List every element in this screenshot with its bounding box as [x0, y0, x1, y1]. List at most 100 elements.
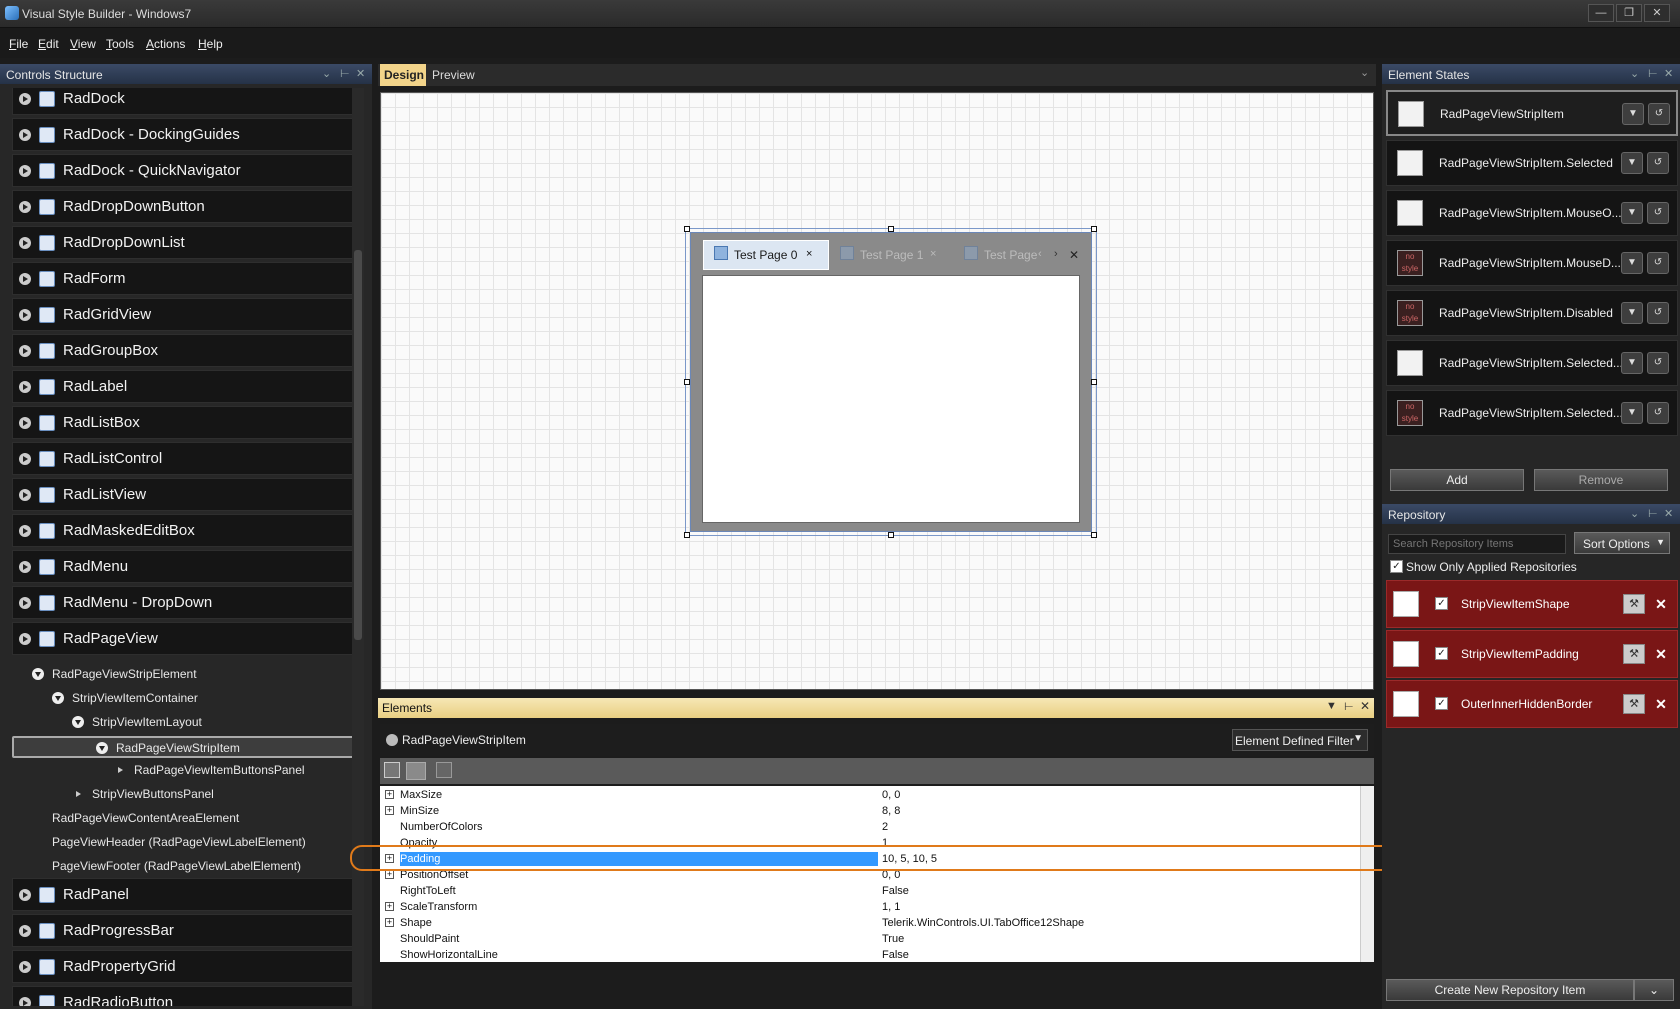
element-state-row[interactable]: RadPageViewStripItem.Selected... ▼ ↺	[1386, 340, 1678, 386]
tab-preview[interactable]: Preview	[432, 68, 475, 82]
property-value[interactable]: Telerik.WinControls.UI.TabOffice12Shape	[882, 917, 1084, 929]
add-state-button[interactable]: Add	[1390, 469, 1524, 491]
tree-item[interactable]: RadListBox	[12, 406, 352, 439]
pin-icon[interactable]: ⊢	[340, 67, 350, 80]
expand-icon[interactable]	[19, 997, 31, 1006]
reset-icon[interactable]: ↺	[1648, 103, 1670, 125]
collapse-icon[interactable]	[386, 734, 398, 746]
property-row[interactable]: NumberOfColors 2	[380, 819, 1360, 835]
tree-subitem[interactable]: RadPageViewStripElement	[32, 664, 352, 686]
expand-icon[interactable]	[114, 764, 126, 776]
element-state-row[interactable]: RadPageViewStripItem.Selected ▼ ↺	[1386, 140, 1678, 186]
expand-icon[interactable]	[19, 889, 31, 901]
reset-icon[interactable]: ↺	[1647, 152, 1669, 174]
expand-icon[interactable]	[72, 788, 84, 800]
tree-scrollbar-thumb[interactable]	[354, 250, 362, 640]
tree-item[interactable]: RadDropDownButton	[12, 190, 352, 223]
tree-item[interactable]: RadDock - QuickNavigator	[12, 154, 352, 187]
resize-handle[interactable]	[1091, 379, 1097, 385]
property-value[interactable]: False	[882, 885, 909, 897]
chevron-down-icon[interactable]: ▼	[1621, 402, 1643, 424]
page-tab-1-label[interactable]: Test Page 1	[860, 248, 923, 262]
expand-icon[interactable]	[19, 201, 31, 213]
repository-item-checkbox[interactable]: ✓	[1435, 697, 1448, 710]
resize-handle[interactable]	[684, 532, 690, 538]
menu-view[interactable]: View	[70, 37, 96, 51]
edit-icon[interactable]: ⚒	[1623, 694, 1645, 714]
expand-icon[interactable]	[19, 961, 31, 973]
chevron-down-icon[interactable]: ▼	[1621, 202, 1643, 224]
close-icon[interactable]: ✕	[1664, 507, 1673, 520]
property-grid-scrollbar[interactable]	[1360, 786, 1374, 962]
resize-handle[interactable]	[888, 532, 894, 538]
chevron-down-icon[interactable]: ▼	[1621, 152, 1643, 174]
expand-icon[interactable]	[19, 129, 31, 141]
categorized-icon[interactable]	[384, 762, 400, 778]
tree-item[interactable]: RadDock	[12, 88, 352, 115]
tree-item[interactable]: RadRadioButton	[12, 986, 352, 1006]
sort-options-button[interactable]: Sort Options ▼	[1574, 532, 1670, 554]
tab-design[interactable]: Design	[380, 64, 426, 86]
menu-actions[interactable]: Actions	[146, 37, 185, 51]
expand-icon[interactable]	[19, 165, 31, 177]
remove-state-button[interactable]: Remove	[1534, 469, 1668, 491]
expand-icon[interactable]	[19, 417, 31, 429]
scroll-right-icon[interactable]: ›	[1054, 248, 1058, 260]
page-tab-2-label[interactable]: Test Page	[984, 248, 1037, 262]
reset-icon[interactable]: ↺	[1647, 402, 1669, 424]
close-icon[interactable]: ×	[930, 248, 936, 260]
pin-icon[interactable]: ⊢	[1648, 67, 1658, 80]
collapse-icon[interactable]	[52, 692, 64, 704]
chevron-down-icon[interactable]: ▼	[1621, 302, 1643, 324]
create-repository-item-button[interactable]: Create New Repository Item	[1386, 979, 1634, 1001]
reset-icon[interactable]: ↺	[1647, 252, 1669, 274]
resize-handle[interactable]	[888, 226, 894, 232]
tree-item-selected[interactable]: RadPageViewStripItem	[12, 736, 352, 758]
tree-subitem[interactable]: StripViewItemContainer	[52, 688, 352, 710]
scroll-left-icon[interactable]: ‹	[1038, 248, 1042, 260]
property-row[interactable]: ShowHorizontalLine False	[380, 947, 1360, 962]
chevron-down-icon[interactable]: ⌄	[1630, 67, 1639, 80]
chevron-down-icon[interactable]: ⌄	[1360, 66, 1369, 79]
expand-icon[interactable]	[19, 309, 31, 321]
delete-icon[interactable]: ✕	[1651, 644, 1671, 664]
expand-icon[interactable]: +	[385, 806, 394, 815]
repository-item[interactable]: ✓ StripViewItemShape ⚒ ✕	[1386, 580, 1678, 628]
tree-item[interactable]: RadDock - DockingGuides	[12, 118, 352, 151]
expand-icon[interactable]: +	[385, 790, 394, 799]
tree-subitem[interactable]: StripViewButtonsPanel	[72, 784, 352, 806]
expand-icon[interactable]	[19, 345, 31, 357]
expand-icon[interactable]	[19, 561, 31, 573]
element-state-row[interactable]: no style RadPageViewStripItem.MouseD... ▼ ↺	[1386, 240, 1678, 286]
property-row[interactable]: + Shape Telerik.WinControls.UI.TabOffice12…	[380, 915, 1360, 931]
tree-item[interactable]: RadLabel	[12, 370, 352, 403]
property-pages-icon[interactable]	[436, 762, 452, 778]
tree-item[interactable]: RadMenu - DropDown	[12, 586, 352, 619]
tree-item[interactable]: RadMenu	[12, 550, 352, 583]
expand-icon[interactable]: +	[385, 902, 394, 911]
tree-item[interactable]: RadListControl	[12, 442, 352, 475]
chevron-down-icon[interactable]: ⌄	[1630, 507, 1639, 520]
element-filter-dropdown[interactable]: Element Defined Filter ▼	[1232, 729, 1368, 751]
expand-icon[interactable]	[19, 597, 31, 609]
expand-icon[interactable]: +	[385, 870, 394, 879]
repository-item-checkbox[interactable]: ✓	[1435, 597, 1448, 610]
edit-icon[interactable]: ⚒	[1623, 594, 1645, 614]
chevron-down-icon[interactable]: ⌄	[322, 67, 331, 80]
element-state-row[interactable]: no style RadPageViewStripItem.Selected...…	[1386, 390, 1678, 436]
edit-icon[interactable]: ⚒	[1623, 644, 1645, 664]
repository-item[interactable]: ✓ StripViewItemPadding ⚒ ✕	[1386, 630, 1678, 678]
reset-icon[interactable]: ↺	[1647, 352, 1669, 374]
chevron-down-icon[interactable]: ⌄	[1634, 979, 1674, 1001]
expand-icon[interactable]	[19, 489, 31, 501]
expand-icon[interactable]	[19, 93, 31, 105]
property-row[interactable]: + MinSize 8, 8	[380, 803, 1360, 819]
reset-icon[interactable]: ↺	[1647, 202, 1669, 224]
resize-handle[interactable]	[1091, 532, 1097, 538]
show-only-applied-checkbox[interactable]: ✓	[1390, 560, 1403, 573]
tree-item[interactable]: RadGroupBox	[12, 334, 352, 367]
chevron-down-icon[interactable]: ▼	[1621, 352, 1643, 374]
delete-icon[interactable]: ✕	[1651, 594, 1671, 614]
tree-subitem[interactable]: PageViewFooter (RadPageViewLabelElement)	[52, 856, 352, 878]
tree-item[interactable]: RadPageView	[12, 622, 352, 655]
